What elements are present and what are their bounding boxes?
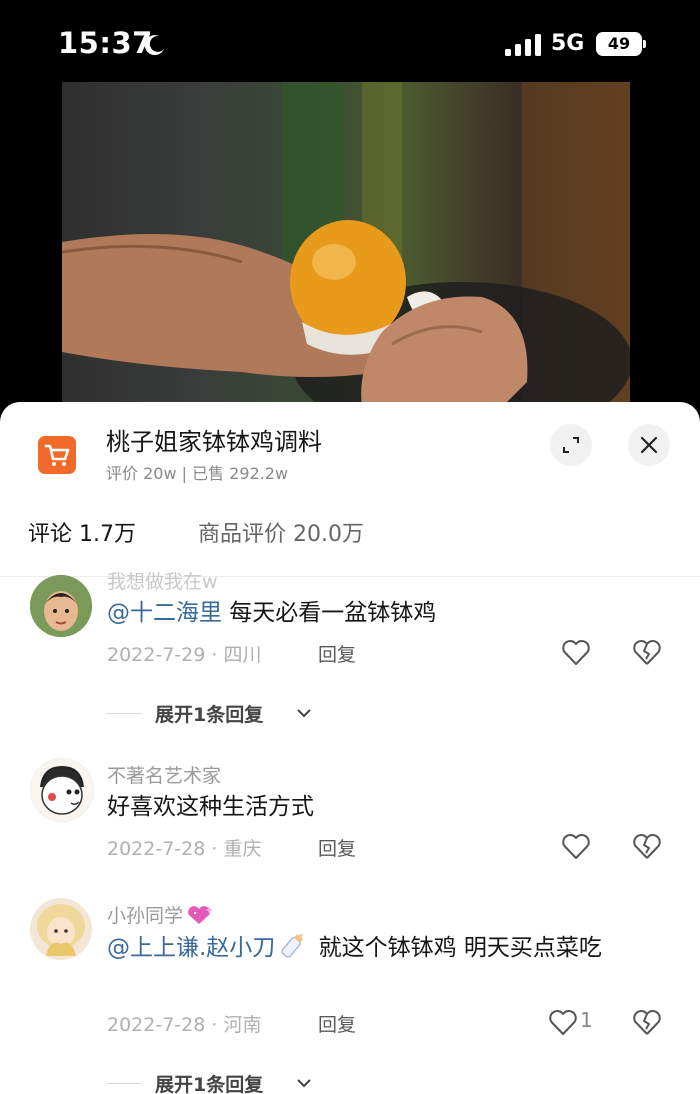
signal-icon: [505, 34, 541, 56]
comment-item: 小孙同学 @上上谦.赵小刀 就这个钵钵鸡 明天买点菜吃 2022-7-28 · …: [0, 898, 700, 1094]
comment-meta: 2022-7-28 · 河南: [107, 1014, 262, 1036]
chevron-down-icon: [297, 1079, 311, 1088]
mention-link[interactable]: @上上谦.赵小刀: [107, 935, 275, 961]
fullscreen-button[interactable]: [550, 424, 592, 466]
avatar[interactable]: [30, 575, 92, 637]
comment-username[interactable]: 我想做我在w: [107, 567, 218, 594]
status-time: 15:37: [58, 26, 153, 60]
comment-text: @十二海里 每天必看一盆钵钵鸡: [107, 600, 437, 626]
product-title[interactable]: 桃子姐家钵钵鸡调料: [106, 422, 322, 457]
like-heart-icon[interactable]: [548, 1008, 578, 1036]
close-icon: [640, 436, 658, 454]
dislike-broken-heart-icon[interactable]: [632, 832, 662, 860]
comments-sheet: 桃子姐家钵钵鸡调料 评价 20w | 已售 292.2w 评论 1.7万 商品评…: [0, 402, 700, 1094]
shopping-cart-icon[interactable]: [38, 436, 76, 474]
tab-comments[interactable]: 评论 1.7万: [28, 516, 136, 548]
expand-replies-label: 展开1条回复: [155, 1074, 264, 1094]
video-player[interactable]: [62, 82, 630, 407]
comment-item: 不著名艺术家 好喜欢这种生活方式 2022-7-28 · 重庆 回复: [0, 758, 700, 868]
video-frame-image: [62, 82, 630, 407]
avatar[interactable]: [30, 758, 94, 822]
battery-icon: 49: [596, 32, 642, 56]
dislike-broken-heart-icon[interactable]: [632, 638, 662, 666]
reply-button[interactable]: 回复: [318, 640, 356, 667]
baby-bottle-icon: [281, 934, 304, 958]
reply-button[interactable]: 回复: [318, 1010, 356, 1037]
sparkling-heart-icon: [188, 906, 214, 924]
expand-replies-label: 展开1条回复: [155, 704, 264, 726]
reply-button[interactable]: 回复: [318, 834, 356, 861]
comment-item: 我想做我在w @十二海里 每天必看一盆钵钵鸡 2022-7-29 · 四川 回复…: [0, 571, 700, 733]
chevron-down-icon: [297, 709, 311, 718]
like-heart-icon[interactable]: [561, 638, 591, 666]
moon-icon: [144, 35, 164, 56]
comment-username: 小孙同学: [107, 901, 214, 928]
like-count: 1: [580, 1008, 593, 1032]
network-type: 5G: [551, 31, 585, 56]
status-bar: 15:37 5G 49: [0, 0, 700, 82]
comment-meta: 2022-7-29 · 四川: [107, 644, 262, 666]
avatar[interactable]: [30, 898, 92, 960]
battery-tip: [643, 40, 646, 48]
dislike-broken-heart-icon[interactable]: [632, 1008, 662, 1036]
tab-bar: 评论 1.7万 商品评价 20.0万: [0, 512, 700, 577]
expand-icon: [563, 437, 579, 453]
tab-product-reviews[interactable]: 商品评价 20.0万: [198, 516, 364, 548]
mention-link[interactable]: @十二海里: [107, 600, 222, 626]
comment-text: @上上谦.赵小刀 就这个钵钵鸡 明天买点菜吃: [107, 930, 667, 966]
comment-meta: 2022-7-28 · 重庆: [107, 838, 262, 860]
like-heart-icon[interactable]: [561, 832, 591, 860]
divider: [106, 1083, 142, 1084]
divider: [106, 713, 142, 714]
close-button[interactable]: [628, 424, 670, 466]
comment-username[interactable]: 不著名艺术家: [107, 761, 221, 788]
comment-text: 好喜欢这种生活方式: [107, 794, 314, 820]
product-stats: 评价 20w | 已售 292.2w: [106, 464, 289, 483]
